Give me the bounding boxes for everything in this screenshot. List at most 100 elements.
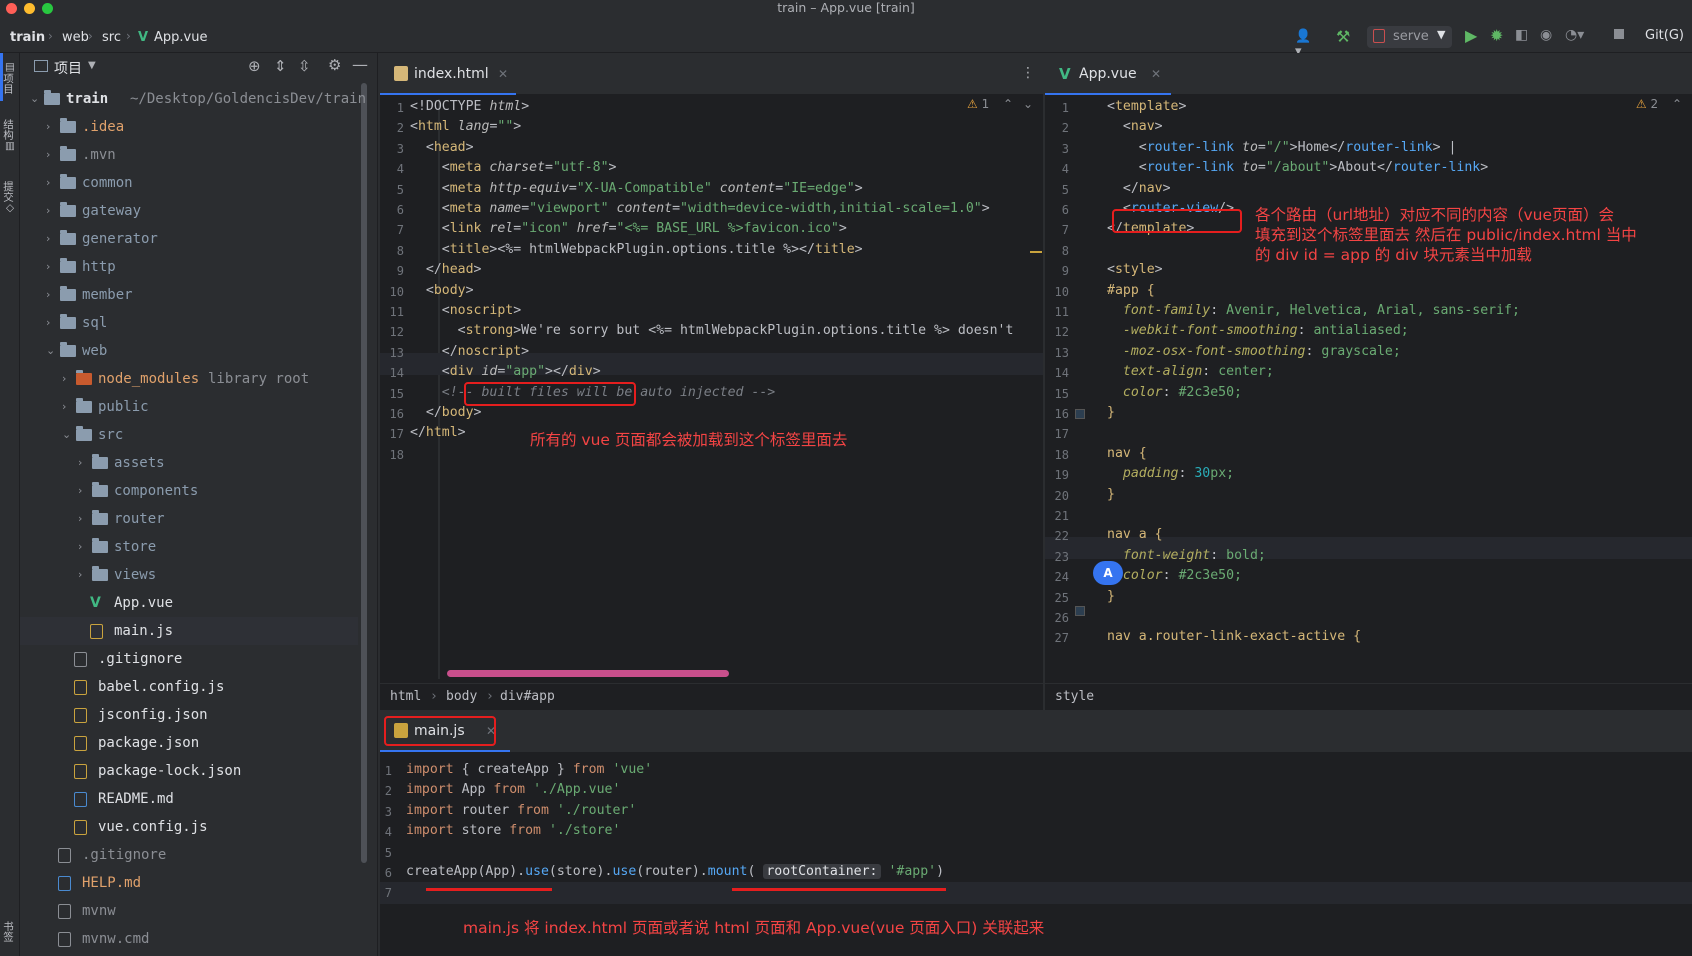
chevron-down-icon[interactable]: ⌄	[62, 421, 71, 449]
tree-folder-public[interactable]: › public	[20, 393, 358, 421]
chevron-up-icon[interactable]: ⌃	[1672, 97, 1682, 111]
code-line[interactable]: import router from './router'	[406, 803, 636, 818]
breadcrumb-html[interactable]: html	[390, 689, 421, 704]
code-line[interactable]: </nav>	[1107, 181, 1171, 196]
code-line[interactable]: <noscript>	[410, 303, 521, 318]
code-line[interactable]: import App from './App.vue'	[406, 782, 620, 797]
code-line[interactable]: <router-link to="/">Home</router-link> |	[1107, 140, 1457, 155]
tree-file-Appvue[interactable]: V App.vue	[20, 589, 358, 617]
chevron-right-icon[interactable]: ›	[78, 477, 82, 505]
code-line[interactable]: nav {	[1107, 446, 1147, 461]
bookmarks-tool-button[interactable]: 书签	[2, 921, 18, 942]
code-line[interactable]: <html lang="">	[410, 119, 521, 134]
code-line[interactable]: text-align: center;	[1107, 364, 1274, 379]
chevron-right-icon[interactable]: ›	[46, 141, 50, 169]
breadcrumb-body[interactable]: body	[446, 689, 477, 704]
chevron-down-icon[interactable]: ⌄	[1023, 97, 1033, 111]
code-line[interactable]: <!DOCTYPE html>	[410, 99, 529, 114]
tree-file-packagejson[interactable]: package.json	[20, 729, 358, 757]
split-divider[interactable]	[1043, 53, 1045, 710]
tree-folder-gateway[interactable]: › gateway	[20, 197, 358, 225]
chevron-right-icon[interactable]: ›	[46, 225, 50, 253]
breadcrumb-div-app[interactable]: div#app	[500, 689, 555, 704]
code-line[interactable]: color: #2c3e50;	[1107, 385, 1242, 400]
code-line[interactable]: </html>	[410, 425, 466, 440]
code-line[interactable]: <style>	[1107, 262, 1163, 277]
project-tool-button[interactable]: ▤ 项目	[2, 61, 18, 94]
code-line[interactable]: <title><%= htmlWebpackPlugin.options.tit…	[410, 242, 863, 257]
git-menu-label[interactable]: Git(G)	[1645, 28, 1684, 43]
code-line[interactable]: #app {	[1107, 283, 1155, 298]
code-line[interactable]: -webkit-font-smoothing: antialiased;	[1107, 323, 1409, 338]
chevron-right-icon[interactable]: ›	[46, 309, 50, 337]
code-line[interactable]: nav a {	[1107, 527, 1163, 542]
chevron-down-icon[interactable]: ▼	[88, 60, 96, 71]
tree-folder-components[interactable]: › components	[20, 477, 358, 505]
chevron-up-icon[interactable]: ⌃	[1003, 97, 1013, 111]
chevron-right-icon[interactable]: ›	[46, 281, 50, 309]
breadcrumb-style[interactable]: style	[1055, 689, 1094, 704]
tree-folder-generator[interactable]: › generator	[20, 225, 358, 253]
tree-folder-router[interactable]: › router	[20, 505, 358, 533]
chevron-right-icon[interactable]: ›	[62, 393, 66, 421]
debug-icon[interactable]: ✹	[1490, 26, 1503, 45]
tree-folder-assets[interactable]: › assets	[20, 449, 358, 477]
code-line[interactable]: <nav>	[1107, 119, 1163, 134]
tree-file-gitignore[interactable]: .gitignore	[20, 841, 358, 869]
code-line[interactable]: padding: 30px;	[1107, 466, 1234, 481]
color-swatch[interactable]	[1075, 606, 1085, 616]
tree-file-gitignore[interactable]: .gitignore	[20, 645, 358, 673]
code-line[interactable]: }	[1107, 589, 1115, 604]
code-line[interactable]: <template>	[1107, 99, 1186, 114]
code-line[interactable]: import { createApp } from 'vue'	[406, 762, 652, 777]
code-line[interactable]: <meta name="viewport" content="width=dev…	[410, 201, 990, 216]
run-config-selector[interactable]: serve ▼	[1367, 26, 1452, 48]
tree-folder-member[interactable]: › member	[20, 281, 358, 309]
user-avatar[interactable]: A	[1093, 561, 1123, 585]
code-line[interactable]: <body>	[410, 283, 474, 298]
code-line[interactable]: }	[1107, 405, 1115, 420]
inspection-widget[interactable]: ⚠ 2 ⌃	[1636, 97, 1682, 111]
code-line[interactable]: <link rel="icon" href="<%= BASE_URL %>fa…	[410, 221, 847, 236]
close-window-button[interactable]	[6, 3, 17, 14]
code-line[interactable]: </noscript>	[410, 344, 529, 359]
profiler-icon[interactable]: ◉	[1540, 27, 1552, 43]
code-line[interactable]: }	[1107, 487, 1115, 502]
code-line[interactable]: nav a.router-link-exact-active {	[1107, 629, 1361, 644]
horizontal-scrollbar[interactable]	[447, 670, 729, 677]
tree-file-READMEmd[interactable]: README.md	[20, 785, 358, 813]
more-run-icon[interactable]: ◔▾	[1565, 27, 1584, 43]
color-swatch[interactable]	[1075, 409, 1085, 419]
code-line[interactable]: <head>	[410, 140, 474, 155]
chevron-right-icon[interactable]: ›	[46, 253, 50, 281]
chevron-right-icon[interactable]: ›	[78, 561, 82, 589]
project-scrollbar[interactable]	[361, 83, 367, 863]
code-line[interactable]: <router-link to="/about">About</router-l…	[1107, 160, 1488, 175]
code-line[interactable]: -moz-osx-font-smoothing: grayscale;	[1107, 344, 1401, 359]
code-line[interactable]: font-weight: bold;	[1107, 548, 1266, 563]
tree-folder-train[interactable]: ⌄ train ~/Desktop/GoldencisDev/train	[20, 85, 366, 113]
tree-folder-common[interactable]: › common	[20, 169, 358, 197]
tree-file-HELPmd[interactable]: HELP.md	[20, 869, 358, 897]
tree-file-mainjs[interactable]: main.js	[20, 617, 358, 645]
gear-icon[interactable]: ⚙	[328, 56, 341, 74]
coverage-icon[interactable]: ◧	[1515, 27, 1528, 43]
code-line[interactable]: </head>	[410, 262, 482, 277]
stop-icon[interactable]	[1614, 29, 1624, 39]
tree-file-vueconfigjs[interactable]: vue.config.js	[20, 813, 358, 841]
tree-file-mvnwcmd[interactable]: mvnw.cmd	[20, 925, 358, 953]
run-icon[interactable]: ▶	[1465, 26, 1477, 45]
code-line[interactable]: <div id="app"></div>	[410, 364, 601, 379]
hide-panel-icon[interactable]: —	[352, 55, 368, 74]
breadcrumb-app-vue[interactable]: App.vue	[154, 30, 207, 45]
code-line[interactable]: <strong>We're sorry but <%= htmlWebpackP…	[410, 323, 1014, 338]
chevron-right-icon[interactable]: ›	[46, 169, 50, 197]
chevron-down-icon[interactable]: ⌄	[46, 337, 55, 365]
code-line[interactable]: font-family: Avenir, Helvetica, Arial, s…	[1107, 303, 1520, 318]
tree-file-jsconfigjson[interactable]: jsconfig.json	[20, 701, 358, 729]
tree-folder-mvn[interactable]: › .mvn	[20, 141, 358, 169]
zoom-window-button[interactable]	[42, 3, 53, 14]
tree-folder-http[interactable]: › http	[20, 253, 358, 281]
build-hammer-icon[interactable]: ⚒	[1336, 27, 1350, 46]
chevron-right-icon[interactable]: ›	[62, 365, 66, 393]
